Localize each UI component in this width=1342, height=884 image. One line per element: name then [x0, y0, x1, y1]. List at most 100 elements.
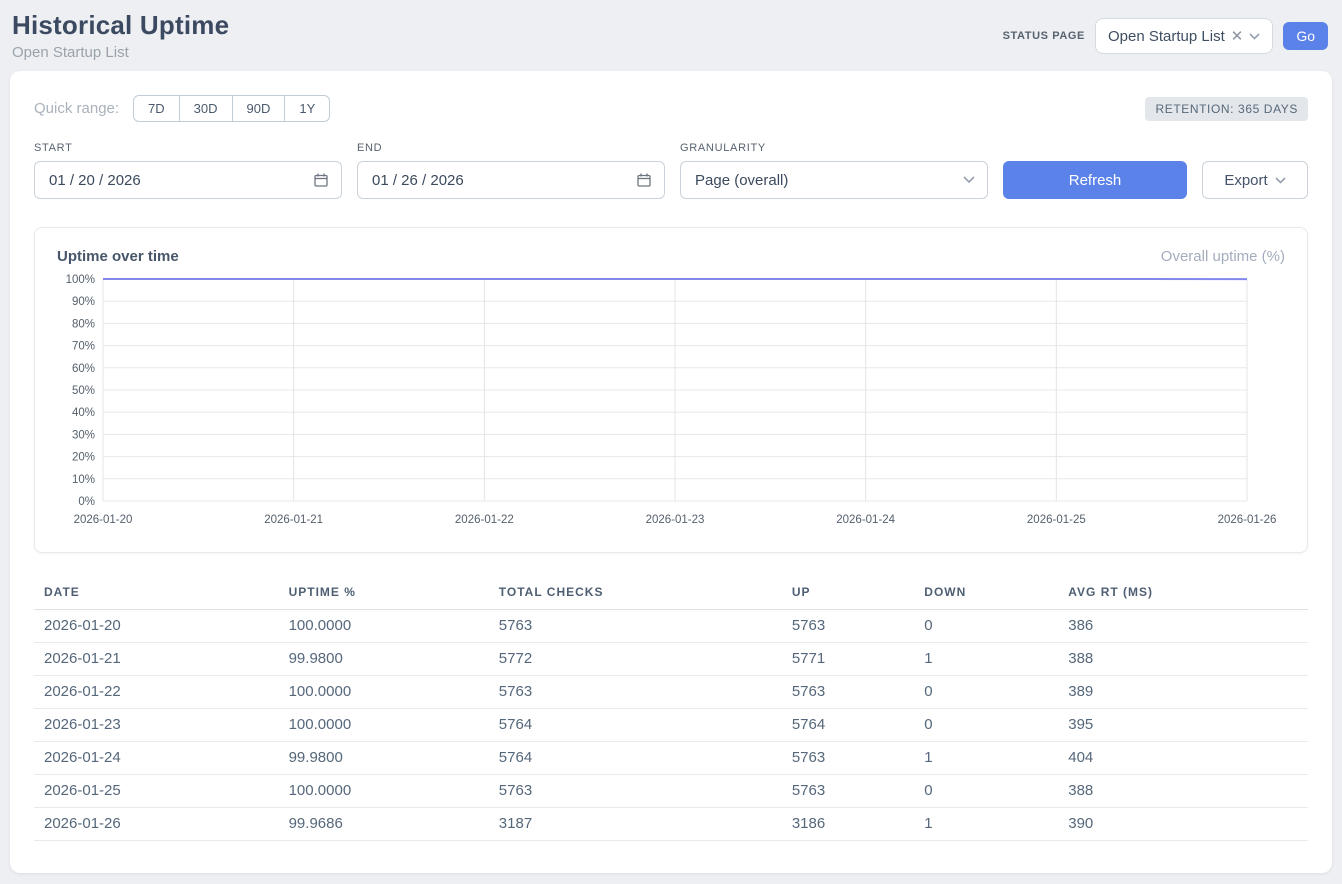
- end-date-input[interactable]: 01 / 26 / 2026: [357, 161, 665, 199]
- cell-up: 5763: [782, 742, 914, 775]
- filters-row: START 01 / 20 / 2026 END 01 / 26 / 2026: [34, 142, 1308, 199]
- status-page-selected-value: Open Startup List: [1108, 28, 1225, 45]
- cell-avg-rt: 388: [1058, 643, 1308, 676]
- calendar-icon[interactable]: [313, 172, 329, 188]
- cell-total-checks: 5763: [489, 775, 782, 808]
- cell-uptime-percent: 99.9686: [279, 808, 489, 841]
- close-icon[interactable]: ✕: [1231, 29, 1244, 44]
- status-page-label: STATUS PAGE: [1003, 30, 1085, 42]
- main-panel: Quick range: 7D30D90D1Y RETENTION: 365 D…: [10, 71, 1332, 873]
- svg-text:2026-01-23: 2026-01-23: [646, 514, 705, 526]
- chart-header: Uptime over time Overall uptime (%): [57, 248, 1285, 265]
- cell-up: 5763: [782, 775, 914, 808]
- export-button[interactable]: Export: [1202, 161, 1308, 199]
- chart-title: Uptime over time: [57, 248, 179, 265]
- quick-range-label: Quick range:: [34, 100, 119, 117]
- go-button[interactable]: Go: [1283, 22, 1328, 50]
- cell-date: 2026-01-20: [34, 610, 279, 643]
- end-date-value: 01 / 26 / 2026: [372, 172, 464, 189]
- svg-text:0%: 0%: [78, 496, 95, 508]
- granularity-field: GRANULARITY Page (overall): [680, 142, 988, 199]
- chevron-down-icon: [963, 176, 975, 184]
- granularity-label: GRANULARITY: [680, 142, 988, 154]
- end-date-label: END: [357, 142, 665, 154]
- svg-text:2026-01-22: 2026-01-22: [455, 514, 514, 526]
- svg-text:2026-01-21: 2026-01-21: [264, 514, 323, 526]
- quick-range-90d-button[interactable]: 90D: [233, 95, 286, 122]
- cell-total-checks: 5772: [489, 643, 782, 676]
- table-row: 2026-01-2199.9800577257711388: [34, 643, 1308, 676]
- cell-avg-rt: 389: [1058, 676, 1308, 709]
- svg-text:2026-01-26: 2026-01-26: [1218, 514, 1277, 526]
- retention-badge: RETENTION: 365 DAYS: [1145, 97, 1308, 121]
- status-page-select[interactable]: Open Startup List ✕: [1095, 18, 1273, 54]
- end-date-field: END 01 / 26 / 2026: [357, 142, 665, 199]
- table-row: 2026-01-2699.9686318731861390: [34, 808, 1308, 841]
- cell-up: 5764: [782, 709, 914, 742]
- granularity-selected-value: Page (overall): [695, 172, 788, 189]
- cell-total-checks: 5764: [489, 709, 782, 742]
- cell-down: 1: [914, 643, 1058, 676]
- export-button-label: Export: [1224, 172, 1267, 189]
- cell-down: 1: [914, 742, 1058, 775]
- cell-uptime-percent: 100.0000: [279, 676, 489, 709]
- table-row: 2026-01-22100.0000576357630389: [34, 676, 1308, 709]
- page-subtitle: Open Startup List: [12, 44, 229, 61]
- svg-text:2026-01-25: 2026-01-25: [1027, 514, 1086, 526]
- granularity-select[interactable]: Page (overall): [680, 161, 988, 199]
- cell-down: 0: [914, 610, 1058, 643]
- svg-text:30%: 30%: [72, 429, 95, 441]
- chart-legend: Overall uptime (%): [1161, 248, 1285, 265]
- quick-range-1y-button[interactable]: 1Y: [285, 95, 330, 122]
- daily-uptime-table: DATEUPTIME %TOTAL CHECKSUPDOWNAVG RT (MS…: [34, 577, 1308, 841]
- refresh-button[interactable]: Refresh: [1003, 161, 1187, 199]
- start-date-value: 01 / 20 / 2026: [49, 172, 141, 189]
- svg-text:50%: 50%: [72, 385, 95, 397]
- cell-up: 5763: [782, 610, 914, 643]
- calendar-icon[interactable]: [636, 172, 652, 188]
- cell-date: 2026-01-24: [34, 742, 279, 775]
- cell-down: 1: [914, 808, 1058, 841]
- svg-text:100%: 100%: [66, 274, 95, 286]
- cell-up: 3186: [782, 808, 914, 841]
- chevron-down-icon: [1249, 33, 1260, 40]
- cell-down: 0: [914, 709, 1058, 742]
- status-page-controls: STATUS PAGE Open Startup List ✕ Go: [1003, 18, 1328, 54]
- svg-text:10%: 10%: [72, 474, 95, 486]
- svg-text:80%: 80%: [72, 318, 95, 330]
- cell-date: 2026-01-22: [34, 676, 279, 709]
- column-header-uptime-percent: UPTIME %: [279, 577, 489, 610]
- uptime-line-chart: 0%10%20%30%40%50%60%70%80%90%100%2026-01…: [57, 271, 1285, 533]
- svg-text:40%: 40%: [72, 407, 95, 419]
- svg-text:70%: 70%: [72, 341, 95, 353]
- quick-range-30d-button[interactable]: 30D: [180, 95, 233, 122]
- cell-avg-rt: 404: [1058, 742, 1308, 775]
- start-date-input[interactable]: 01 / 20 / 2026: [34, 161, 342, 199]
- cell-down: 0: [914, 676, 1058, 709]
- column-header-total-checks: TOTAL CHECKS: [489, 577, 782, 610]
- cell-total-checks: 5764: [489, 742, 782, 775]
- title-block: Historical Uptime Open Startup List: [12, 10, 229, 61]
- table-row: 2026-01-2499.9800576457631404: [34, 742, 1308, 775]
- page-title: Historical Uptime: [12, 10, 229, 41]
- svg-text:20%: 20%: [72, 452, 95, 464]
- start-date-field: START 01 / 20 / 2026: [34, 142, 342, 199]
- quick-range-row: Quick range: 7D30D90D1Y RETENTION: 365 D…: [34, 95, 1308, 122]
- cell-date: 2026-01-26: [34, 808, 279, 841]
- quick-range-7d-button[interactable]: 7D: [133, 95, 180, 122]
- column-header-up: UP: [782, 577, 914, 610]
- svg-text:2026-01-20: 2026-01-20: [74, 514, 133, 526]
- cell-uptime-percent: 100.0000: [279, 709, 489, 742]
- cell-avg-rt: 386: [1058, 610, 1308, 643]
- svg-text:90%: 90%: [72, 296, 95, 308]
- cell-uptime-percent: 99.9800: [279, 643, 489, 676]
- cell-avg-rt: 390: [1058, 808, 1308, 841]
- table-row: 2026-01-23100.0000576457640395: [34, 709, 1308, 742]
- column-header-avg-rt: AVG RT (MS): [1058, 577, 1308, 610]
- svg-text:2026-01-24: 2026-01-24: [836, 514, 895, 526]
- quick-range-group-wrap: Quick range: 7D30D90D1Y: [34, 95, 330, 122]
- cell-date: 2026-01-21: [34, 643, 279, 676]
- cell-uptime-percent: 99.9800: [279, 742, 489, 775]
- quick-range-group: 7D30D90D1Y: [133, 95, 330, 122]
- cell-uptime-percent: 100.0000: [279, 610, 489, 643]
